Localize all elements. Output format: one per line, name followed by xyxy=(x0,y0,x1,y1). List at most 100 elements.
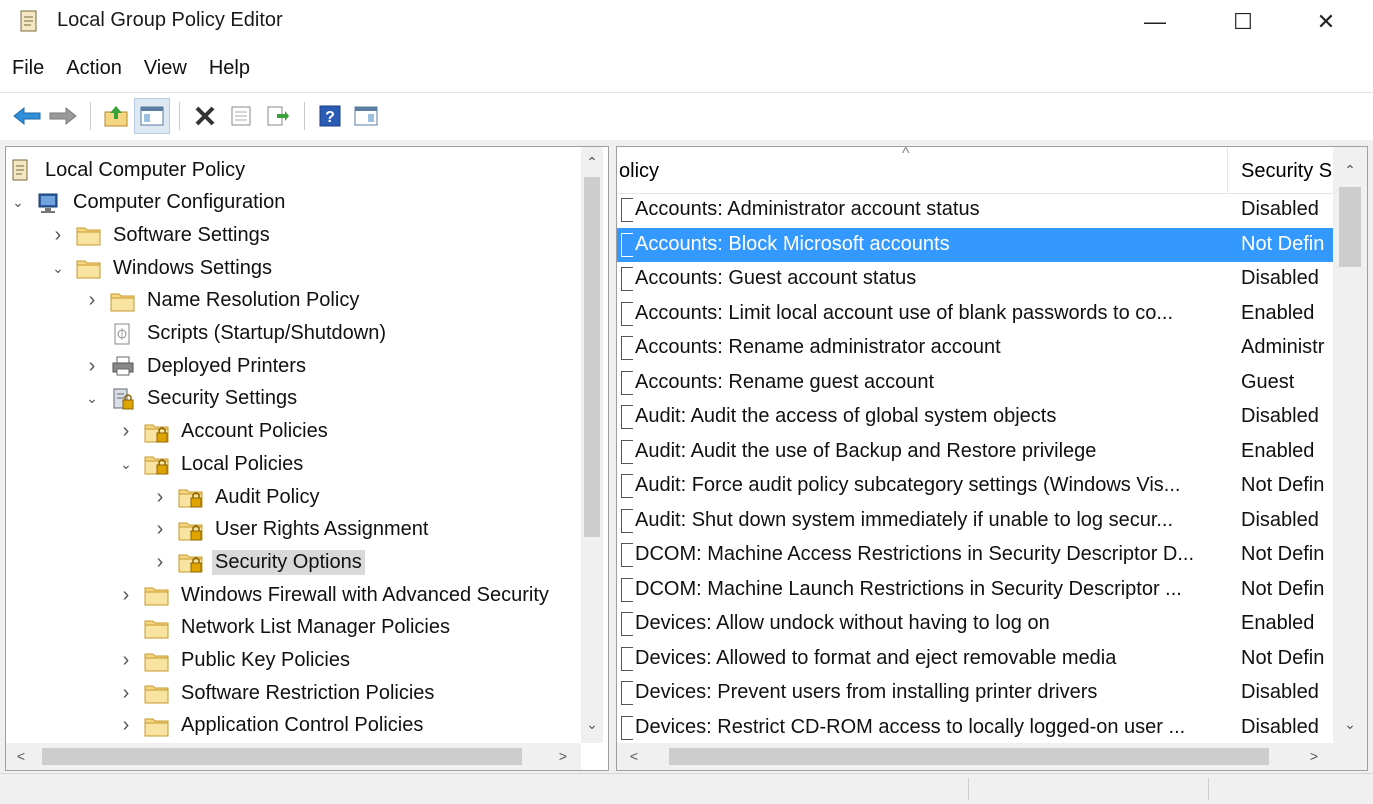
collapse-chevron-icon[interactable]: ⌄ xyxy=(82,390,102,407)
help-button[interactable]: ? xyxy=(313,99,347,133)
menu-help[interactable]: Help xyxy=(197,57,260,80)
policy-setting-icon xyxy=(621,405,633,429)
tree-node[interactable]: Network List Manager Policies xyxy=(116,612,453,644)
tree-node[interactable]: ⌄ Local Policies xyxy=(116,448,306,480)
expand-chevron-icon[interactable]: › xyxy=(116,682,136,705)
collapse-chevron-icon[interactable]: ⌄ xyxy=(8,194,28,211)
tree-vertical-scrollbar[interactable]: ⌃ ⌄ xyxy=(581,147,603,743)
policy-row[interactable]: Accounts: Limit local account use of bla… xyxy=(617,297,1333,331)
policy-row[interactable]: DCOM: Machine Access Restrictions in Sec… xyxy=(617,538,1333,572)
close-button[interactable]: ✕ xyxy=(1296,0,1356,44)
menu-file[interactable]: File xyxy=(0,57,54,80)
expand-chevron-icon[interactable]: › xyxy=(150,551,170,574)
policy-row[interactable]: Audit: Audit the use of Backup and Resto… xyxy=(617,435,1333,469)
forward-button[interactable] xyxy=(46,99,80,133)
scroll-right-arrow[interactable]: > xyxy=(1303,745,1325,767)
policy-name: DCOM: Machine Launch Restrictions in Sec… xyxy=(635,577,1182,600)
tree-node[interactable]: › User Rights Assignment xyxy=(150,514,431,546)
scroll-left-arrow[interactable]: < xyxy=(623,745,645,767)
collapse-chevron-icon[interactable]: ⌄ xyxy=(116,456,136,473)
policy-row[interactable]: Audit: Force audit policy subcategory se… xyxy=(617,469,1333,503)
policy-setting-icon xyxy=(621,198,633,222)
menu-action[interactable]: Action xyxy=(54,57,132,80)
export-list-button[interactable] xyxy=(260,99,294,133)
list-horizontal-scrollbar[interactable]: < > xyxy=(617,743,1367,770)
policy-setting-icon xyxy=(621,577,633,602)
tree-node[interactable]: › Application Control Policies xyxy=(116,710,426,742)
tree-node[interactable]: › Audit Policy xyxy=(150,481,323,513)
policy-row[interactable]: Devices: Restrict CD-ROM access to local… xyxy=(617,711,1333,745)
list-hscroll-thumb[interactable] xyxy=(669,748,1269,765)
policy-row[interactable]: Accounts: Rename administrator account Ad… xyxy=(617,331,1333,365)
policy-row[interactable]: Accounts: Block Microsoft accounts Not De… xyxy=(617,227,1333,262)
scroll-right-arrow[interactable]: > xyxy=(552,745,574,767)
policy-row[interactable]: Devices: Allow undock without having to … xyxy=(617,607,1333,641)
policy-row[interactable]: Devices: Allowed to format and eject rem… xyxy=(617,642,1333,676)
expand-chevron-icon[interactable]: › xyxy=(116,584,136,607)
expand-chevron-icon[interactable]: › xyxy=(116,420,136,443)
expand-chevron-icon[interactable]: › xyxy=(116,649,136,672)
policy-setting-icon xyxy=(621,232,633,257)
tree-node[interactable]: › Deployed Printers xyxy=(82,350,309,382)
policy-row[interactable]: DCOM: Machine Launch Restrictions in Sec… xyxy=(617,573,1333,607)
tree-node[interactable]: ⌄ Computer Configuration xyxy=(8,187,288,219)
menu-view[interactable]: View xyxy=(132,57,197,80)
list-scroll-thumb[interactable] xyxy=(1339,187,1361,267)
expand-chevron-icon[interactable]: › xyxy=(82,289,102,312)
title-bar: Local Group Policy Editor — ☐ ✕ xyxy=(0,0,1373,44)
properties-button[interactable] xyxy=(224,99,258,133)
expand-chevron-icon[interactable]: › xyxy=(48,224,68,247)
scroll-up-arrow[interactable]: ⌃ xyxy=(1339,159,1361,181)
tree-node[interactable]: › Public Key Policies xyxy=(116,645,353,677)
tree-node[interactable]: › Windows Firewall with Advanced Security xyxy=(116,579,552,611)
up-one-level-button[interactable] xyxy=(99,99,133,133)
policy-row[interactable]: Audit: Shut down system immediately if u… xyxy=(617,504,1333,538)
status-divider xyxy=(1208,778,1209,800)
tree-scroll-thumb[interactable] xyxy=(584,177,600,537)
policy-row[interactable]: Devices: Prevent users from installing p… xyxy=(617,676,1333,710)
expand-chevron-icon[interactable]: › xyxy=(116,714,136,737)
column-header-policy[interactable]: olicy xyxy=(619,160,659,183)
tree-node[interactable]: › Software Restriction Policies xyxy=(116,677,437,709)
column-divider[interactable] xyxy=(1227,147,1228,193)
scroll-up-arrow[interactable]: ⌃ xyxy=(581,151,603,173)
scroll-down-arrow[interactable]: ⌄ xyxy=(581,713,603,735)
security-setting-value: Not Defin xyxy=(1241,474,1325,496)
tree-node[interactable]: › Name Resolution Policy xyxy=(82,285,362,317)
tree-horizontal-scrollbar[interactable]: < > xyxy=(6,743,581,770)
policy-row[interactable]: Accounts: Rename guest account Guest xyxy=(617,366,1333,400)
tree-node[interactable]: ⌄ Security Settings xyxy=(82,383,300,415)
tree-node[interactable]: ⌄ Windows Settings xyxy=(48,252,275,284)
svg-text:?: ? xyxy=(325,109,335,126)
policy-setting-icon xyxy=(621,681,633,705)
show-hide-console-tree-button[interactable] xyxy=(134,97,170,134)
security-setting-value: Enabled xyxy=(1241,439,1315,462)
expand-chevron-icon[interactable]: › xyxy=(150,486,170,509)
expand-chevron-icon[interactable]: › xyxy=(150,518,170,541)
tree-node[interactable]: › Account Policies xyxy=(116,416,331,448)
tree-node[interactable]: Local Computer Policy xyxy=(8,154,248,186)
menu-bar: File Action View Help xyxy=(0,50,1373,86)
tree-node[interactable]: Scripts (Startup/Shutdown) xyxy=(82,318,389,350)
expand-chevron-icon[interactable]: › xyxy=(82,355,102,378)
list-vertical-scrollbar[interactable]: ⌃ ⌄ xyxy=(1333,147,1367,743)
minimize-button[interactable]: — xyxy=(1125,0,1185,44)
back-button[interactable] xyxy=(10,99,44,133)
policy-row[interactable]: Accounts: Guest account status Disabled xyxy=(617,262,1333,296)
tree-node[interactable]: › Software Settings xyxy=(48,219,273,251)
maximize-button[interactable]: ☐ xyxy=(1213,0,1273,44)
policy-name: Audit: Audit the use of Backup and Resto… xyxy=(635,439,1097,462)
tree-node[interactable]: › Security Options xyxy=(150,546,365,578)
scroll-down-arrow[interactable]: ⌄ xyxy=(1339,713,1361,735)
delete-button[interactable] xyxy=(188,99,222,133)
show-action-pane-button[interactable] xyxy=(349,99,383,133)
tree-node-label: Local Computer Policy xyxy=(45,158,246,181)
policy-name: Accounts: Rename administrator account xyxy=(635,336,1001,358)
scroll-left-arrow[interactable]: < xyxy=(10,745,32,767)
column-header-security-setting[interactable]: Security S xyxy=(1241,160,1337,183)
collapse-chevron-icon[interactable]: ⌄ xyxy=(48,260,68,277)
policy-row[interactable]: Accounts: Administrator account status Di… xyxy=(617,193,1333,227)
policy-row[interactable]: Audit: Audit the access of global system… xyxy=(617,400,1333,434)
tree-hscroll-thumb[interactable] xyxy=(42,748,522,765)
policy-name: Audit: Shut down system immediately if u… xyxy=(635,508,1174,531)
